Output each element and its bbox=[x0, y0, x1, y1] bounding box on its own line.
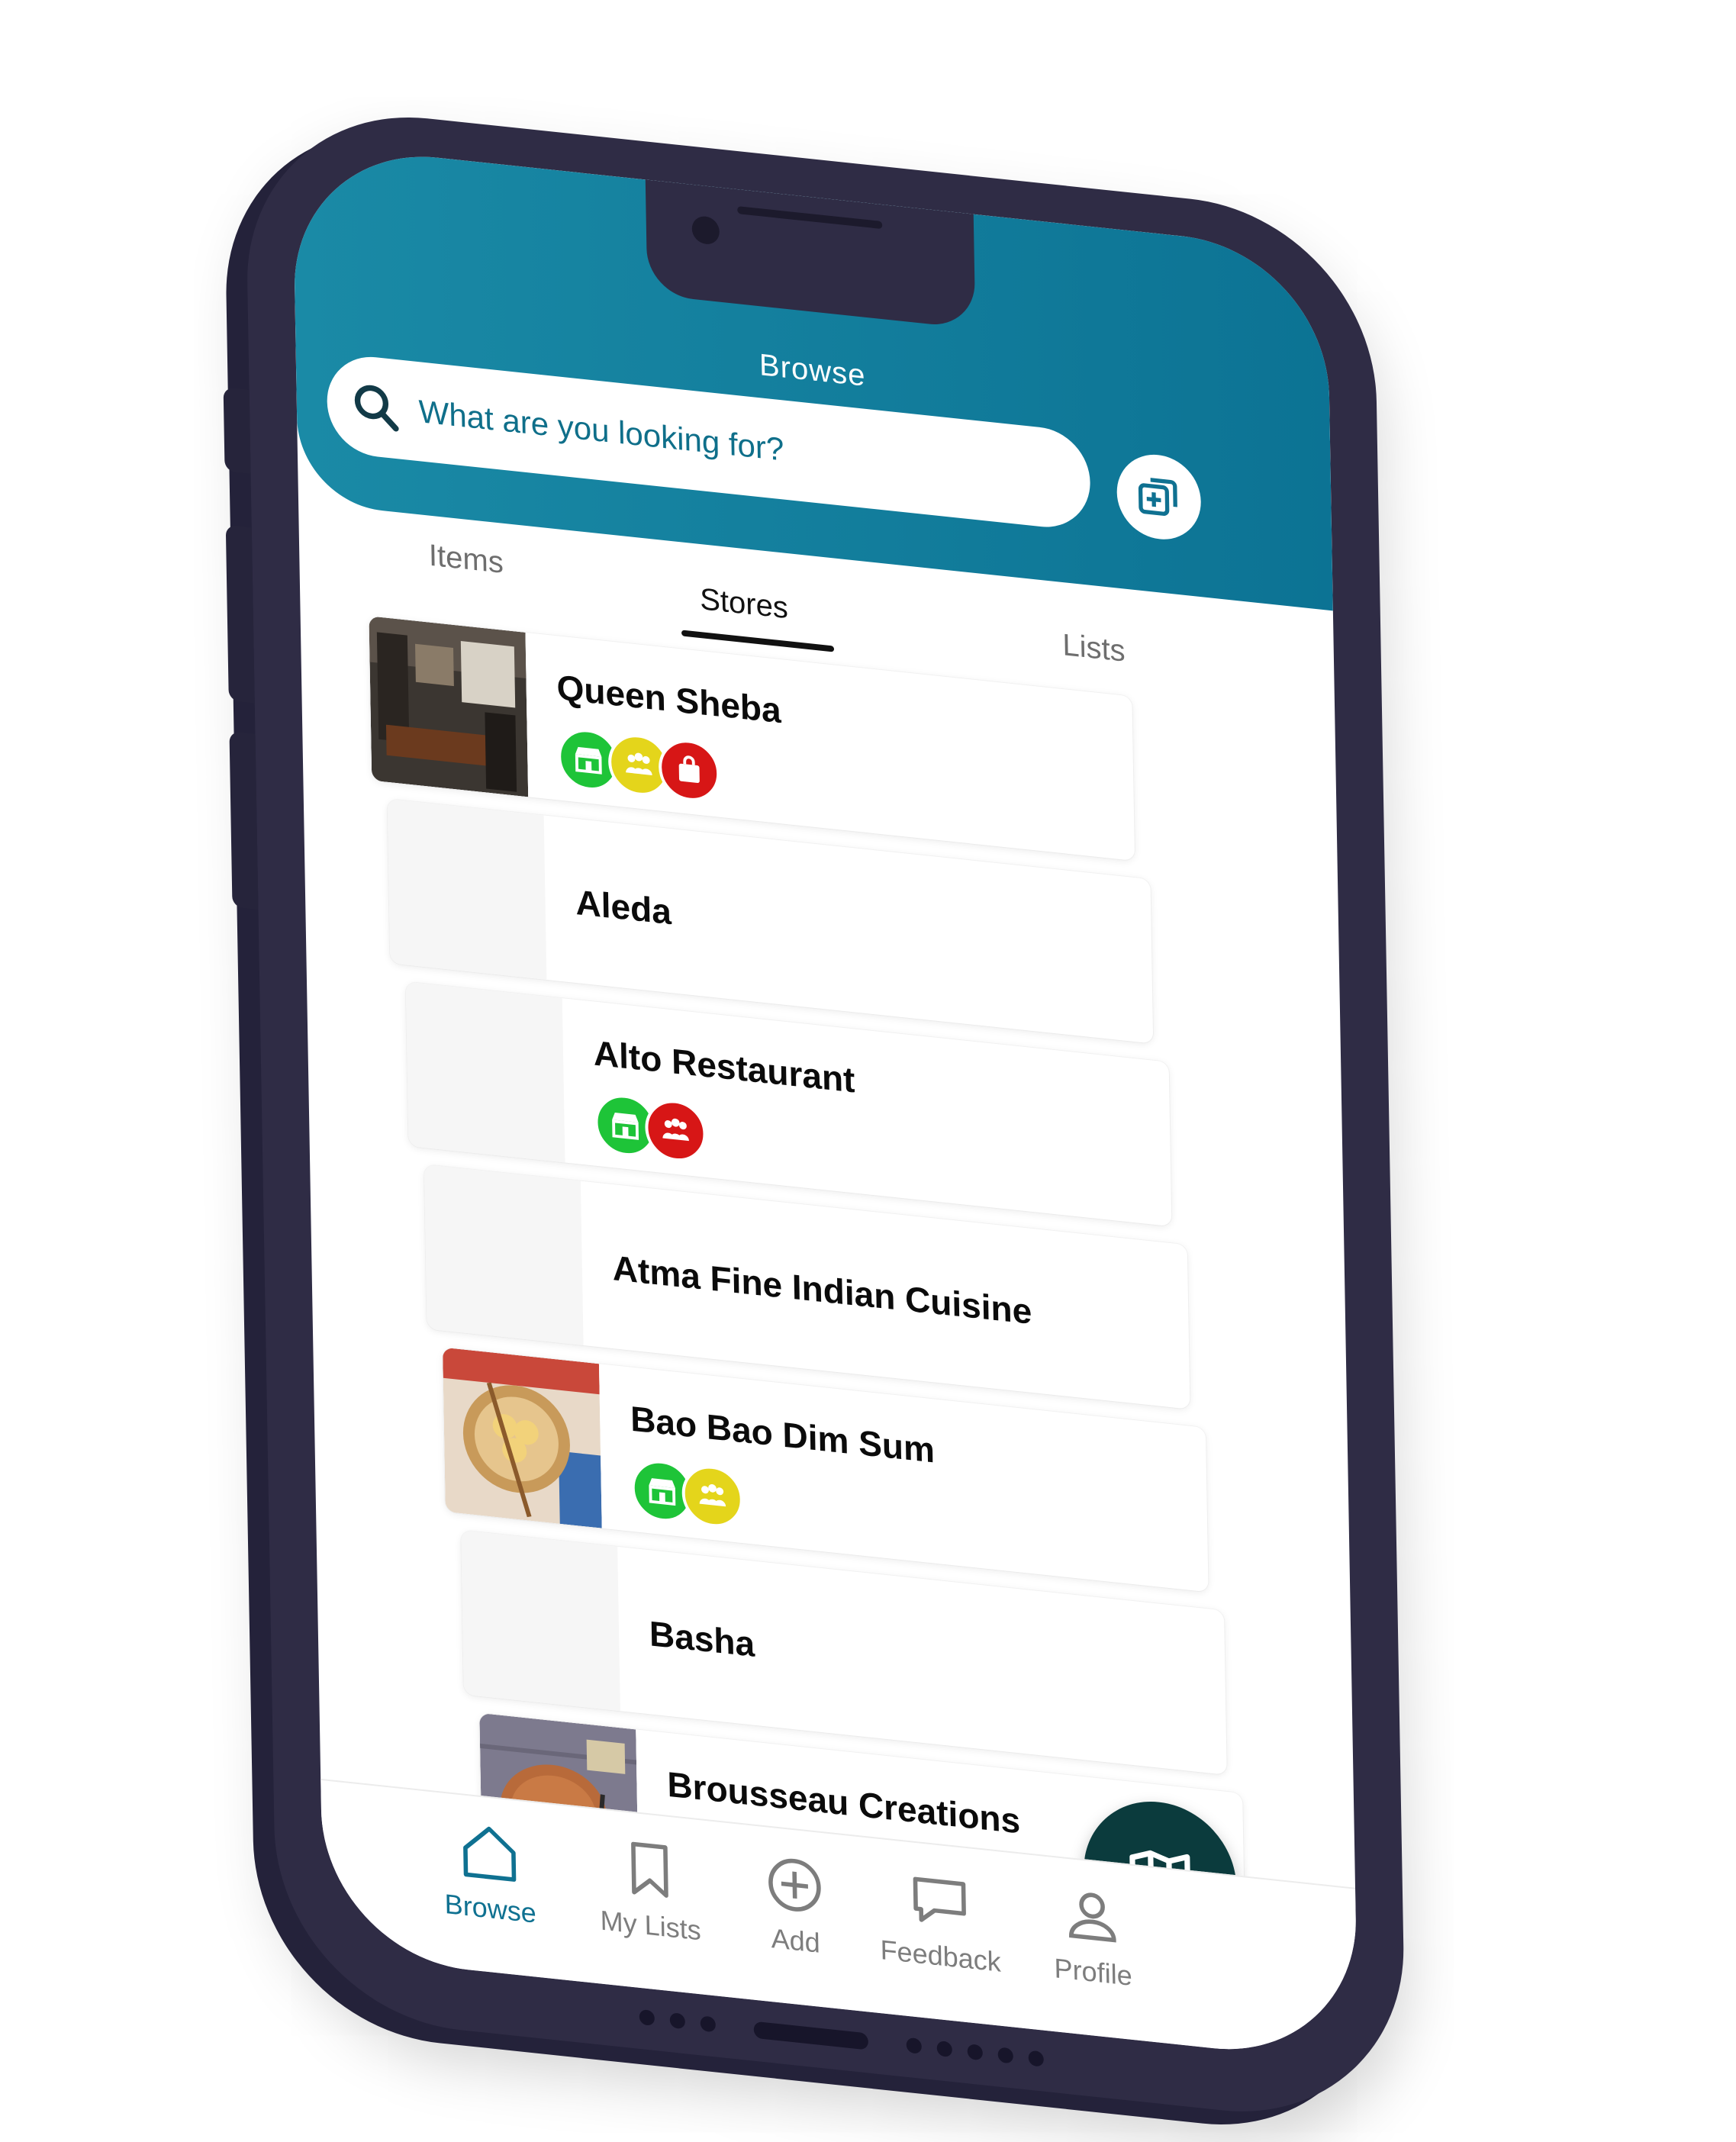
active-tab-indicator bbox=[681, 630, 835, 652]
people-icon bbox=[662, 1118, 689, 1142]
storefront-icon bbox=[575, 746, 602, 775]
store-name: Alto Restaurant bbox=[593, 1032, 855, 1100]
nav-my-lists[interactable]: My Lists bbox=[573, 1830, 727, 1950]
shopping-bag-icon bbox=[678, 755, 700, 784]
people-icon bbox=[626, 752, 652, 775]
search-icon bbox=[354, 385, 399, 432]
speaker bbox=[737, 206, 883, 230]
store-photo-placeholder bbox=[387, 798, 547, 980]
phone: Browse What are you looking for? Items S… bbox=[223, 99, 1407, 2130]
storefront-icon bbox=[649, 1478, 676, 1506]
nav-label: Browse bbox=[444, 1887, 537, 1929]
create-list-button[interactable] bbox=[1116, 450, 1202, 544]
store-photo-dim-sum bbox=[443, 1347, 602, 1528]
tab-lists[interactable]: Lists bbox=[1062, 628, 1126, 669]
add-list-icon bbox=[1138, 478, 1177, 516]
dim-sum-image bbox=[443, 1347, 602, 1528]
people-icon bbox=[699, 1483, 726, 1507]
store-name: Atma Fine Indian Cuisine bbox=[612, 1248, 1032, 1332]
people-badge bbox=[644, 1097, 707, 1165]
store-name: Basha bbox=[649, 1613, 755, 1664]
bookmark-icon bbox=[631, 1841, 668, 1898]
store-photo-restaurant-interior bbox=[369, 616, 529, 797]
store-list: Queen Sheba Aleda Alto Restaurant Atma F… bbox=[369, 616, 1268, 1976]
search-input[interactable] bbox=[418, 393, 1045, 496]
home-icon bbox=[463, 1826, 517, 1882]
nav-label: Feedback bbox=[880, 1934, 1002, 1978]
storefront-icon bbox=[612, 1113, 639, 1140]
store-badges bbox=[557, 726, 720, 804]
nav-label: Profile bbox=[1054, 1952, 1132, 1992]
store-photo-placeholder bbox=[461, 1530, 620, 1712]
nav-feedback[interactable]: Feedback bbox=[863, 1860, 1017, 1980]
restaurant-interior-image bbox=[369, 616, 529, 797]
nav-label: My Lists bbox=[600, 1904, 702, 1947]
store-photo-placeholder bbox=[405, 981, 565, 1163]
store-photo-placeholder bbox=[424, 1164, 584, 1346]
nav-profile[interactable]: Profile bbox=[1016, 1876, 1170, 1996]
screen: Browse What are you looking for? Items S… bbox=[291, 142, 1359, 2064]
store-name: Queen Sheba bbox=[556, 667, 782, 731]
tab-items[interactable]: Items bbox=[429, 539, 504, 581]
people-badge bbox=[681, 1462, 744, 1531]
store-name: Bao Bao Dim Sum bbox=[630, 1398, 936, 1470]
front-camera bbox=[691, 214, 720, 246]
chat-bubble-icon bbox=[913, 1876, 966, 1922]
person-icon bbox=[1069, 1892, 1116, 1943]
volume-up-button bbox=[225, 524, 255, 704]
volume-down-button bbox=[229, 731, 259, 910]
nav-add[interactable]: Add bbox=[718, 1845, 872, 1965]
nav-label: Add bbox=[771, 1922, 821, 1959]
store-badges bbox=[594, 1091, 707, 1165]
plus-circle-icon bbox=[768, 1858, 821, 1912]
shopping-bag-badge bbox=[658, 736, 720, 804]
nav-browse[interactable]: Browse bbox=[413, 1813, 567, 1933]
stage: Browse What are you looking for? Items S… bbox=[0, 0, 1736, 2142]
silent-switch bbox=[223, 387, 251, 474]
store-name: Aleda bbox=[575, 881, 672, 932]
store-badges bbox=[631, 1457, 744, 1531]
tab-stores[interactable]: Stores bbox=[700, 582, 788, 626]
